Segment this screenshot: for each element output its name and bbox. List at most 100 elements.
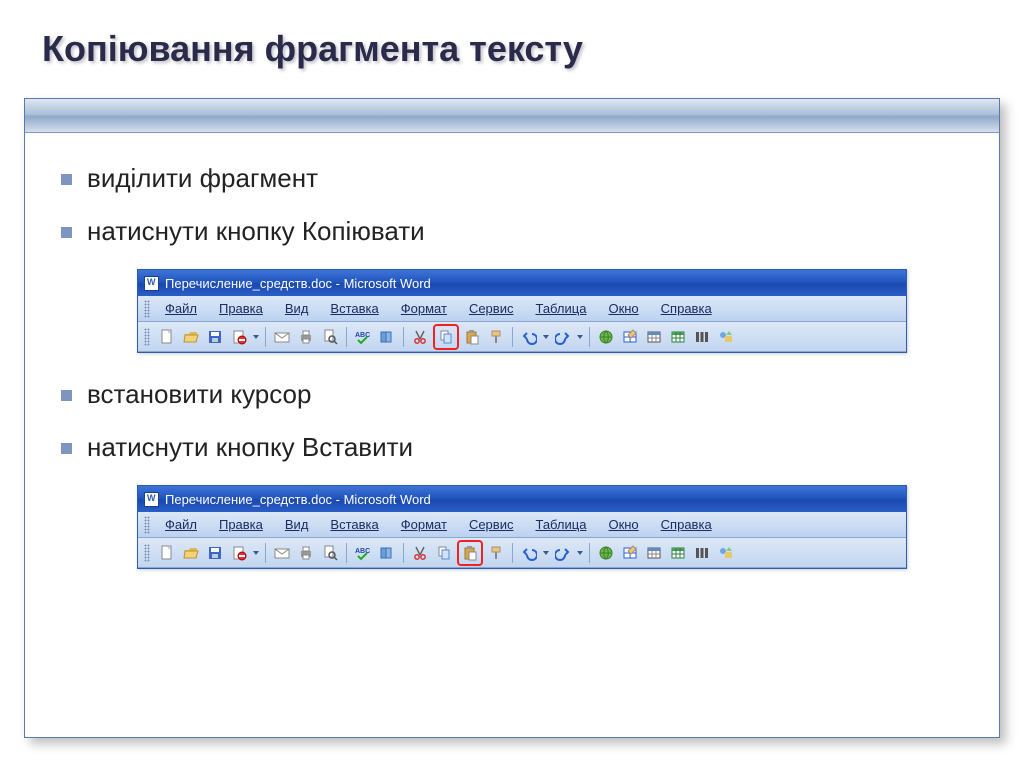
print-icon[interactable] bbox=[295, 542, 317, 564]
bullet-text: встановити курсор bbox=[87, 379, 311, 410]
save-icon[interactable] bbox=[204, 326, 226, 348]
redo-icon[interactable] bbox=[552, 542, 574, 564]
tables-borders-icon[interactable] bbox=[619, 542, 641, 564]
hyperlink-icon[interactable] bbox=[595, 326, 617, 348]
dropdown-icon[interactable] bbox=[252, 326, 260, 348]
new-icon[interactable] bbox=[156, 326, 178, 348]
menu-table[interactable]: Таблица bbox=[524, 297, 597, 320]
permission-icon[interactable] bbox=[228, 542, 250, 564]
insert-excel-icon[interactable] bbox=[667, 542, 689, 564]
menu-format[interactable]: Формат bbox=[390, 297, 458, 320]
toolbar-grip[interactable] bbox=[144, 544, 150, 562]
open-icon[interactable] bbox=[180, 542, 202, 564]
bullet-item: виділити фрагмент bbox=[61, 163, 967, 194]
format-painter-icon[interactable] bbox=[485, 542, 507, 564]
new-icon[interactable] bbox=[156, 542, 178, 564]
standard-toolbar: ABC bbox=[138, 322, 906, 352]
titlebar-text: Перечисление_средств.doc - Microsoft Wor… bbox=[165, 276, 431, 291]
titlebar[interactable]: Перечисление_средств.doc - Microsoft Wor… bbox=[138, 486, 906, 512]
word-icon bbox=[144, 276, 159, 291]
columns-icon[interactable] bbox=[691, 542, 713, 564]
bullet-icon bbox=[61, 174, 72, 185]
menu-edit[interactable]: Правка bbox=[208, 297, 274, 320]
separator bbox=[589, 543, 590, 563]
menu-tools[interactable]: Сервис bbox=[458, 297, 525, 320]
preview-icon[interactable] bbox=[319, 326, 341, 348]
insert-table-icon[interactable] bbox=[643, 326, 665, 348]
menu-window[interactable]: Окно bbox=[597, 297, 649, 320]
word-app-window: Перечисление_средств.doc - Microsoft Wor… bbox=[137, 269, 907, 353]
bullet-text: натиснути кнопку Копіювати bbox=[87, 216, 425, 247]
dropdown-icon[interactable] bbox=[542, 326, 550, 348]
bullet-text: натиснути кнопку Вставити bbox=[87, 432, 413, 463]
menu-insert[interactable]: Вставка bbox=[319, 513, 389, 536]
menu-tools[interactable]: Сервис bbox=[458, 513, 525, 536]
dropdown-icon[interactable] bbox=[576, 542, 584, 564]
bullet-text: виділити фрагмент bbox=[87, 163, 318, 194]
standard-toolbar: ABC bbox=[138, 538, 906, 568]
separator bbox=[403, 327, 404, 347]
toolbar-grip[interactable] bbox=[144, 516, 150, 534]
bullet-item: натиснути кнопку Копіювати bbox=[61, 216, 967, 247]
cut-icon[interactable] bbox=[409, 326, 431, 348]
menu-table[interactable]: Таблица bbox=[524, 513, 597, 536]
separator bbox=[512, 327, 513, 347]
print-icon[interactable] bbox=[295, 326, 317, 348]
format-painter-icon[interactable] bbox=[485, 326, 507, 348]
copy-icon[interactable] bbox=[433, 542, 455, 564]
menu-window[interactable]: Окно bbox=[597, 513, 649, 536]
paste-icon[interactable] bbox=[457, 540, 483, 566]
word-app-window: Перечисление_средств.doc - Microsoft Wor… bbox=[137, 485, 907, 569]
word-icon bbox=[144, 492, 159, 507]
titlebar-text: Перечисление_средств.doc - Microsoft Wor… bbox=[165, 492, 431, 507]
paste-icon[interactable] bbox=[461, 326, 483, 348]
separator bbox=[589, 327, 590, 347]
menu-format[interactable]: Формат bbox=[390, 513, 458, 536]
tables-borders-icon[interactable] bbox=[619, 326, 641, 348]
permission-icon[interactable] bbox=[228, 326, 250, 348]
open-icon[interactable] bbox=[180, 326, 202, 348]
dropdown-icon[interactable] bbox=[576, 326, 584, 348]
menu-insert[interactable]: Вставка bbox=[319, 297, 389, 320]
menu-help[interactable]: Справка bbox=[650, 513, 723, 536]
bullet-icon bbox=[61, 227, 72, 238]
drawing-icon[interactable] bbox=[715, 542, 737, 564]
svg-text:ABC: ABC bbox=[355, 548, 370, 555]
spelling-icon[interactable]: ABC bbox=[352, 326, 374, 348]
columns-icon[interactable] bbox=[691, 326, 713, 348]
dropdown-icon[interactable] bbox=[252, 542, 260, 564]
drawing-icon[interactable] bbox=[715, 326, 737, 348]
svg-text:ABC: ABC bbox=[355, 332, 370, 339]
research-icon[interactable] bbox=[376, 542, 398, 564]
titlebar[interactable]: Перечисление_средств.doc - Microsoft Wor… bbox=[138, 270, 906, 296]
insert-table-icon[interactable] bbox=[643, 542, 665, 564]
cut-icon[interactable] bbox=[409, 542, 431, 564]
preview-icon[interactable] bbox=[319, 542, 341, 564]
slide-title: Копіювання фрагмента тексту bbox=[0, 0, 1024, 70]
save-icon[interactable] bbox=[204, 542, 226, 564]
menu-view[interactable]: Вид bbox=[274, 297, 320, 320]
menu-help[interactable]: Справка bbox=[650, 297, 723, 320]
redo-icon[interactable] bbox=[552, 326, 574, 348]
bullet-item: встановити курсор bbox=[61, 379, 967, 410]
undo-icon[interactable] bbox=[518, 326, 540, 348]
copy-icon[interactable] bbox=[433, 324, 459, 350]
separator bbox=[346, 327, 347, 347]
spelling-icon[interactable]: ABC bbox=[352, 542, 374, 564]
menu-file[interactable]: Файл bbox=[154, 513, 208, 536]
toolbar-grip[interactable] bbox=[144, 328, 150, 346]
menubar: Файл Правка Вид Вставка Формат Сервис Та… bbox=[138, 296, 906, 322]
dropdown-icon[interactable] bbox=[542, 542, 550, 564]
menu-view[interactable]: Вид bbox=[274, 513, 320, 536]
email-icon[interactable] bbox=[271, 326, 293, 348]
toolbar-grip[interactable] bbox=[144, 300, 150, 318]
hyperlink-icon[interactable] bbox=[595, 542, 617, 564]
email-icon[interactable] bbox=[271, 542, 293, 564]
insert-excel-icon[interactable] bbox=[667, 326, 689, 348]
undo-icon[interactable] bbox=[518, 542, 540, 564]
bullet-item: натиснути кнопку Вставити bbox=[61, 432, 967, 463]
menu-file[interactable]: Файл bbox=[154, 297, 208, 320]
separator bbox=[265, 543, 266, 563]
research-icon[interactable] bbox=[376, 326, 398, 348]
menu-edit[interactable]: Правка bbox=[208, 513, 274, 536]
